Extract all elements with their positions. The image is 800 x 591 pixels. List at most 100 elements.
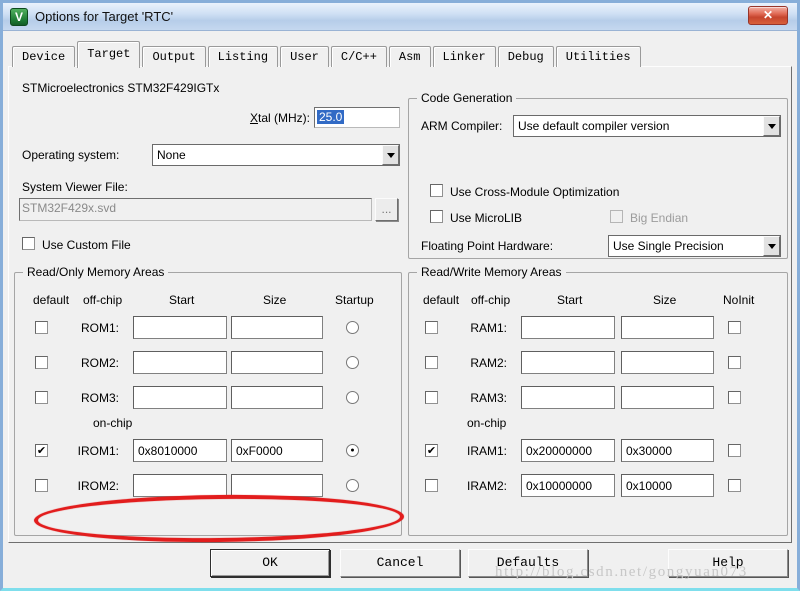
irom1-startup-radio[interactable]: ● — [346, 444, 359, 457]
iram2-noinit-checkbox[interactable] — [728, 479, 741, 492]
rom3-size-input[interactable] — [231, 386, 323, 409]
ram2-row: RAM2: — [409, 351, 787, 375]
help-button[interactable]: Help — [668, 549, 788, 577]
ram3-start-input[interactable] — [521, 386, 615, 409]
use-custom-file-checkbox[interactable] — [22, 237, 35, 250]
tab-asm[interactable]: Asm — [388, 46, 431, 67]
ram1-row: RAM1: — [409, 316, 787, 340]
chevron-down-icon[interactable] — [763, 116, 780, 136]
col-offchip-header: off-chip — [471, 293, 511, 307]
tab-utilities[interactable]: Utilities — [555, 46, 641, 67]
floating-point-hardware-label: Floating Point Hardware: — [421, 239, 554, 253]
device-name-label: STMicroelectronics STM32F429IGTx — [22, 81, 220, 95]
tab-bar: Device Target Output Listing User C/C++ … — [12, 40, 643, 68]
rom3-row: ROM3: — [15, 386, 401, 410]
iram1-row: ✔ IRAM1: — [409, 439, 787, 463]
tab-output[interactable]: Output — [142, 46, 206, 67]
irom1-start-input[interactable] — [133, 439, 227, 462]
code-generation-group: Code Generation ARM Compiler: Use defaul… — [408, 91, 788, 259]
tab-target[interactable]: Target — [77, 41, 141, 68]
ram1-size-input[interactable] — [621, 316, 714, 339]
irom1-default-checkbox[interactable]: ✔ — [35, 444, 48, 457]
operating-system-select[interactable]: None — [152, 144, 400, 166]
col-offchip-header: off-chip — [83, 293, 123, 307]
rom2-row: ROM2: — [15, 351, 401, 375]
irom2-size-input[interactable] — [231, 474, 323, 497]
titlebar[interactable]: V Options for Target 'RTC' ✕ — [3, 3, 797, 31]
irom2-row: IROM2: — [15, 474, 401, 498]
rom2-size-input[interactable] — [231, 351, 323, 374]
read-only-title: Read/Only Memory Areas — [23, 265, 169, 279]
iram1-start-input[interactable] — [521, 439, 615, 462]
ram1-start-input[interactable] — [521, 316, 615, 339]
rom1-default-checkbox[interactable] — [35, 321, 48, 334]
system-viewer-file-input: STM32F429x.svd — [19, 198, 372, 221]
iram1-size-input[interactable] — [621, 439, 714, 462]
rom3-start-input[interactable] — [133, 386, 227, 409]
ram3-size-input[interactable] — [621, 386, 714, 409]
xtal-input[interactable]: 25.0 — [314, 107, 400, 128]
ram1-noinit-checkbox[interactable] — [728, 321, 741, 334]
browse-button[interactable]: ... — [375, 198, 398, 221]
rom1-startup-radio[interactable] — [346, 321, 359, 334]
window-title: Options for Target 'RTC' — [35, 9, 174, 24]
col-default-header: default — [33, 293, 70, 307]
irom2-startup-radio[interactable] — [346, 479, 359, 492]
cross-module-label: Use Cross-Module Optimization — [450, 185, 620, 199]
irom2-label: IROM2: — [77, 479, 119, 493]
chevron-down-icon[interactable] — [763, 236, 780, 256]
tab-listing[interactable]: Listing — [207, 46, 279, 67]
ram2-default-checkbox[interactable] — [425, 356, 438, 369]
tab-device[interactable]: Device — [12, 46, 76, 67]
rom1-start-input[interactable] — [133, 316, 227, 339]
xtal-selected-text: 25.0 — [317, 110, 345, 124]
ram3-default-checkbox[interactable] — [425, 391, 438, 404]
irom2-start-input[interactable] — [133, 474, 227, 497]
cross-module-checkbox[interactable] — [430, 184, 443, 197]
col-start-header: Start — [557, 293, 583, 307]
floating-point-hardware-select[interactable]: Use Single Precision — [608, 235, 781, 257]
operating-system-value: None — [157, 148, 186, 162]
use-custom-file-label: Use Custom File — [42, 238, 131, 252]
ok-button[interactable]: OK — [210, 549, 330, 577]
arm-compiler-value: Use default compiler version — [518, 119, 670, 133]
ram2-size-input[interactable] — [621, 351, 714, 374]
rom3-default-checkbox[interactable] — [35, 391, 48, 404]
rom2-startup-radio[interactable] — [346, 356, 359, 369]
defaults-button[interactable]: Defaults — [468, 549, 588, 577]
col-default-header: default — [423, 293, 460, 307]
iram2-default-checkbox[interactable] — [425, 479, 438, 492]
irom1-size-input[interactable] — [231, 439, 323, 462]
cancel-button[interactable]: Cancel — [340, 549, 460, 577]
iram1-default-checkbox[interactable]: ✔ — [425, 444, 438, 457]
tab-linker[interactable]: Linker — [432, 46, 496, 67]
ram2-start-input[interactable] — [521, 351, 615, 374]
irom2-default-checkbox[interactable] — [35, 479, 48, 492]
tab-ccpp[interactable]: C/C++ — [330, 46, 387, 67]
tab-debug[interactable]: Debug — [497, 46, 554, 67]
rom1-label: ROM1: — [80, 321, 119, 335]
close-icon[interactable]: ✕ — [748, 6, 788, 25]
iram2-start-input[interactable] — [521, 474, 615, 497]
iram1-noinit-checkbox[interactable] — [728, 444, 741, 457]
microlib-checkbox[interactable] — [430, 210, 443, 223]
rom1-row: ROM1: — [15, 316, 401, 340]
ram3-noinit-checkbox[interactable] — [728, 391, 741, 404]
rom2-start-input[interactable] — [133, 351, 227, 374]
ram1-default-checkbox[interactable] — [425, 321, 438, 334]
rom3-label: ROM3: — [80, 391, 119, 405]
rom2-default-checkbox[interactable] — [35, 356, 48, 369]
irom1-label: IROM1: — [77, 444, 119, 458]
read-only-onchip-label: on-chip — [93, 416, 133, 430]
tab-user[interactable]: User — [280, 46, 329, 67]
chevron-down-icon[interactable] — [382, 145, 399, 165]
ram2-noinit-checkbox[interactable] — [728, 356, 741, 369]
rom1-size-input[interactable] — [231, 316, 323, 339]
rom3-startup-radio[interactable] — [346, 391, 359, 404]
rom2-label: ROM2: — [80, 356, 119, 370]
arm-compiler-select[interactable]: Use default compiler version — [513, 115, 781, 137]
irom1-row: ✔ IROM1: ● — [15, 439, 401, 463]
iram2-size-input[interactable] — [621, 474, 714, 497]
col-start-header: Start — [169, 293, 195, 307]
read-write-memory-areas-group: Read/Write Memory Areas default off-chip… — [408, 265, 788, 536]
